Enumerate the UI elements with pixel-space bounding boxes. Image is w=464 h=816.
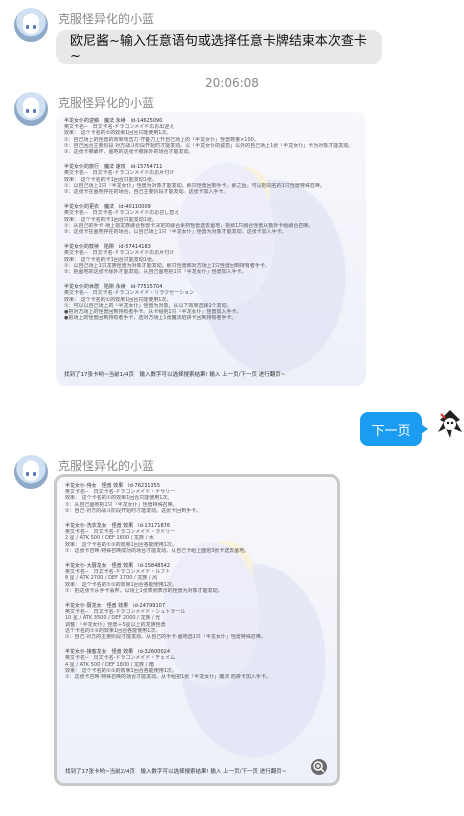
card-list: 半龙女仆的逆鳞 魔法 永续 id-14625090 英文卡名-- 日文卡名-ドラゴ… xyxy=(64,118,358,380)
sender-name: 克服怪异化的小蓝 xyxy=(58,96,155,110)
card-entry-line: ①：自己·对方的主要阶段才能发动。从自己的手卡·墓地选1只「半龙女仆」怪兽特殊召… xyxy=(65,634,266,641)
result-footer: 找到了17张卡哟~当前2/4页 输入数字可以选择搜索结果! 输入 上一页/下一页… xyxy=(65,769,287,775)
card-entry: 半龙女仆·接客龙女 怪兽 效果 id-32600024 英文卡名-- 日文卡名-ド… xyxy=(65,649,329,680)
sender-name: 克服怪异化的小蓝 xyxy=(58,12,155,26)
card-entry-line: ①：把这张卡从手卡丢弃，以场上1张表侧表示的怪兽为对象才能发动。 xyxy=(65,587,223,594)
card-entry: 半龙女仆·洗衣龙女 怪兽 效果 id-13171876 英文卡名-- 日文卡名-ド… xyxy=(65,523,329,554)
card-entry: 半龙女仆·侍女 怪兽 效果 id-76231355 英文卡名-- 日文卡名-ドラゴ… xyxy=(65,483,329,514)
bot-avatar[interactable] xyxy=(14,92,48,126)
card-entry: 半龙女仆的更衣 魔法 id-40110009 英文卡名-- 日文卡名-ドラゴンメイ… xyxy=(64,204,358,235)
card-entry-line: ①：这张卡召唤·特殊召唤的场合才能发动。从卡组把1张「半龙女仆」魔法·陷阱卡加入… xyxy=(65,674,271,681)
sender-name: 克服怪异化的小蓝 xyxy=(58,459,155,473)
bot-avatar[interactable] xyxy=(14,455,48,489)
card-entry-line: ②：这张卡在墓地存在的场合，以自己场上1只「半龙女仆」怪兽为对象才能发动。这张卡… xyxy=(64,229,287,236)
card-result-image[interactable]: 半龙女仆的逆鳞 魔法 永续 id-14625090 英文卡名-- 日文卡名-ドラゴ… xyxy=(56,112,366,386)
card-entry: 半龙女仆的旅行 魔法 速攻 id-15754711 英文卡名-- 日文卡名-ドラゴ… xyxy=(64,164,358,195)
card-entry-line: ●把场上的怪兽回到持有者手卡，选对方场上1张魔法陷阱卡回到持有者手卡。 xyxy=(64,315,237,322)
card-entry-line: ③：这张卡被破坏、墓地的这张卡被除外的场合才能发动。 xyxy=(64,149,194,156)
card-list: 半龙女仆·侍女 怪兽 效果 id-76231355 英文卡名-- 日文卡名-ドラゴ… xyxy=(65,483,329,777)
card-entry-line: ②：把墓地的这张卡除外才能发动。从自己墓地把1只「半龙女仆」怪兽加入手卡。 xyxy=(64,269,247,276)
card-entry: 半龙女仆·厨龙女 怪兽 效果 id-24799107 英文卡名-- 日文卡名-ドラ… xyxy=(65,603,329,640)
card-entry: 半龙女仆的款待 陷阱 id-57414183 英文卡名-- 日文卡名-ドラゴンメイ… xyxy=(64,244,358,275)
card-result-image[interactable]: 半龙女仆·侍女 怪兽 效果 id-76231355 英文卡名-- 日文卡名-ドラゴ… xyxy=(54,474,340,786)
timestamp: 20:06:08 xyxy=(205,76,259,90)
next-page-button[interactable]: 下一页 xyxy=(360,412,428,446)
card-entry: 半龙女仆的逆鳞 魔法 永续 id-14625090 英文卡名-- 日文卡名-ドラゴ… xyxy=(64,118,358,155)
user-avatar[interactable] xyxy=(436,408,464,440)
card-entry: 半龙女仆的休憩 陷阱 永续 id-77515704 英文卡名-- 日文卡名-ドラゴ… xyxy=(64,284,358,321)
zoom-in-icon[interactable] xyxy=(311,759,327,775)
message-bubble[interactable]: 欧尼酱~输入任意语句或选择任意卡牌结束本次查卡~ xyxy=(56,30,382,64)
card-entry: 半龙女仆·大厨龙女 怪兽 效果 id-15848542 英文卡名-- 日文卡名-ド… xyxy=(65,563,329,594)
card-entry-line: ②：这张卡在墓地存在的场合，自己主要阶段才能发动。这张卡加入手卡。 xyxy=(64,189,229,196)
card-entry-line: ②：自己·对方的战斗阶段开始时才能发动。这张卡回到手卡。 xyxy=(65,507,202,514)
result-footer: 找到了17张卡哟~当前1/4页 输入数字可以选择搜索结果! 输入 上一页/下一页… xyxy=(64,372,286,378)
bot-avatar[interactable] xyxy=(14,8,48,42)
card-entry-line: ①：这张卡召唤·特殊召唤成功的场合才能发动。从自己卡组上面把3张卡送去墓地。 xyxy=(65,547,250,554)
